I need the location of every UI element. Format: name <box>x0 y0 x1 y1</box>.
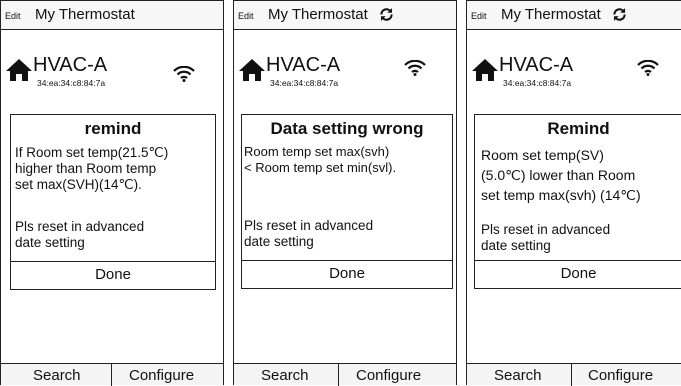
note-line: Pls reset in advanced <box>244 218 374 233</box>
header-bar: Edit My Thermostat <box>234 0 456 30</box>
note-line: date setting <box>15 235 85 250</box>
done-button[interactable]: Done <box>242 260 452 288</box>
device-mac: 34:ea:34:c8:84:7a <box>270 78 339 88</box>
device-mac: 34:ea:34:c8:84:7a <box>503 78 572 88</box>
dialog-message: Room set temp(SV) (5.0℃) lower than Room… <box>481 145 641 205</box>
done-button[interactable]: Done <box>11 261 215 289</box>
message-line: set temp max(svh) (14℃) <box>481 187 641 203</box>
note-line: date setting <box>481 238 551 253</box>
tab-search[interactable]: Search <box>33 367 81 384</box>
remind-dialog: remind If Room set temp(21.5℃) higher th… <box>10 114 216 290</box>
message-line: (5.0℃) lower than Room <box>481 167 636 183</box>
note-line: date setting <box>244 234 314 249</box>
app-title: My Thermostat <box>35 6 135 23</box>
tab-configure[interactable]: Configure <box>129 367 194 384</box>
message-line: < Room temp set min(svl). <box>244 160 397 175</box>
tab-divider <box>571 364 572 386</box>
device-name: HVAC-A <box>499 54 574 76</box>
note-line: Pls reset in advanced <box>481 222 611 237</box>
dialog-message: If Room set temp(21.5℃) higher than Room… <box>15 145 168 193</box>
header-bar: Edit My Thermostat <box>1 0 223 30</box>
device-name: HVAC-A <box>33 54 108 76</box>
dialog-title: remind <box>84 119 142 138</box>
phone-screen-1: Edit My Thermostat HVAC-A 34:ea:34:c8:84… <box>0 0 224 386</box>
bottom-tab-bar: Search Configure <box>467 363 681 386</box>
home-icon <box>6 59 32 81</box>
message-line: Room set temp(SV) <box>481 147 604 163</box>
wifi-icon <box>637 60 659 76</box>
refresh-icon[interactable] <box>611 6 628 23</box>
remind-dialog: Remind Room set temp(SV) (5.0℃) lower th… <box>474 114 681 289</box>
wifi-icon <box>173 66 195 82</box>
message-line: higher than Room temp <box>15 161 157 176</box>
done-button[interactable]: Done <box>475 260 681 288</box>
app-title: My Thermostat <box>268 6 368 23</box>
edit-button[interactable]: Edit <box>471 11 487 21</box>
tab-divider <box>111 364 112 386</box>
home-icon <box>472 59 498 81</box>
device-mac: 34:ea:34:c8:84:7a <box>37 78 106 88</box>
data-setting-dialog: Data setting wrong Room temp set max(svh… <box>241 114 453 289</box>
phone-screen-2: Edit My Thermostat HVAC-A 34:ea:34:c8:84… <box>233 0 457 386</box>
refresh-icon[interactable] <box>378 6 395 23</box>
tab-search[interactable]: Search <box>261 367 309 384</box>
tab-configure[interactable]: Configure <box>588 367 653 384</box>
tab-divider <box>338 364 339 386</box>
dialog-title: Remind <box>547 119 610 138</box>
device-name: HVAC-A <box>266 54 341 76</box>
tab-configure[interactable]: Configure <box>356 367 421 384</box>
note-line: Pls reset in advanced <box>15 219 145 234</box>
tab-search[interactable]: Search <box>494 367 542 384</box>
dialog-note: Pls reset in advanced date setting <box>15 219 144 251</box>
message-line: set max(SVH)(14℃). <box>15 177 142 192</box>
message-line: Room temp set max(svh) <box>244 144 390 159</box>
edit-button[interactable]: Edit <box>5 11 21 21</box>
wifi-icon <box>404 60 426 76</box>
header-bar: Edit My Thermostat <box>467 0 681 30</box>
phone-screen-3: Edit My Thermostat HVAC-A 34:ea:34:c8:84… <box>466 0 681 386</box>
bottom-tab-bar: Search Configure <box>234 363 456 386</box>
dialog-note: Pls reset in advanced date setting <box>244 218 373 250</box>
home-icon <box>239 59 265 81</box>
dialog-note: Pls reset in advanced date setting <box>481 222 610 254</box>
dialog-title: Data setting wrong <box>270 119 424 138</box>
dialog-message: Room temp set max(svh) < Room temp set m… <box>244 144 396 176</box>
message-line: If Room set temp(21.5℃) <box>15 145 169 160</box>
app-title: My Thermostat <box>501 6 601 23</box>
edit-button[interactable]: Edit <box>238 11 254 21</box>
bottom-tab-bar: Search Configure <box>1 363 223 386</box>
